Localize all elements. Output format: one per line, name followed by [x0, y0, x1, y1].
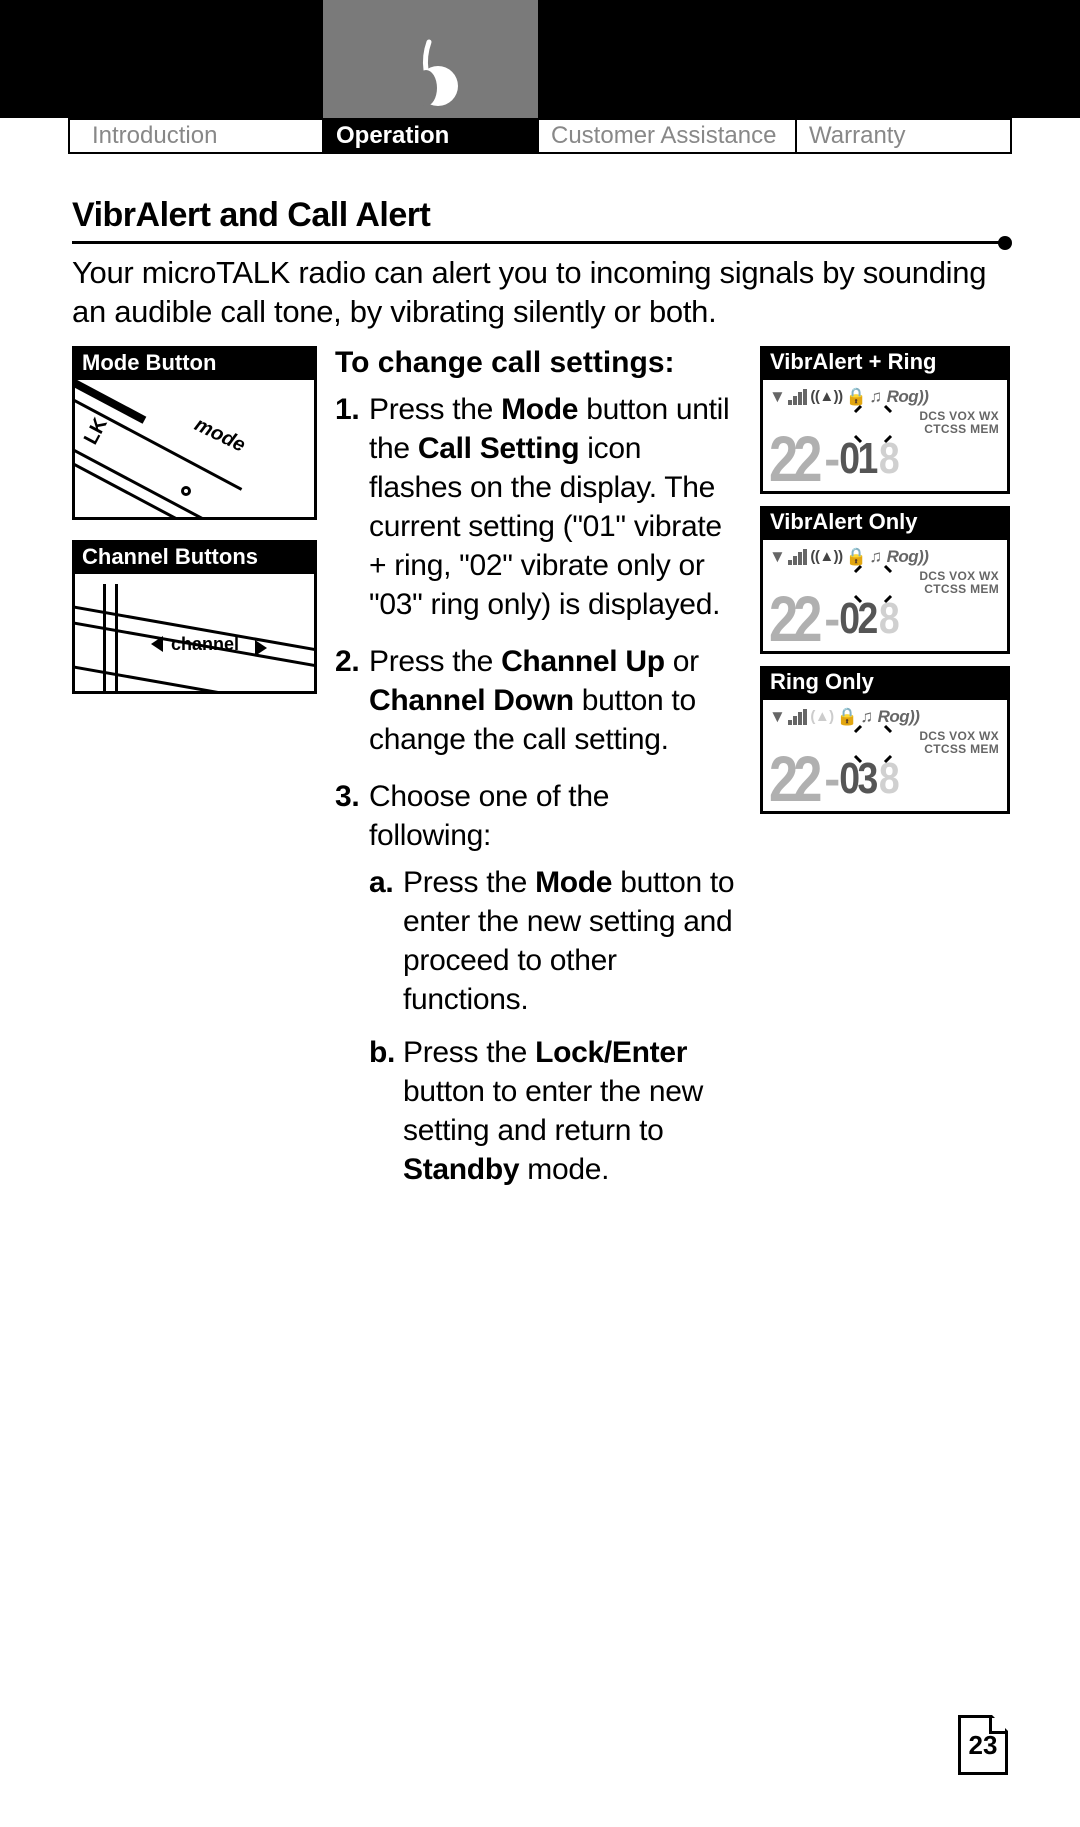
- mode-button-label: Mode Button: [72, 346, 317, 380]
- intro-paragraph: Your microTALK radio can alert you to in…: [72, 254, 1010, 332]
- vibrate-icon: ((▲)): [810, 388, 842, 405]
- page-number: 23: [958, 1715, 1008, 1775]
- signal-icon: [788, 709, 807, 725]
- lcd2-value: 02: [839, 600, 876, 637]
- lcd-ghost: 8: [879, 760, 900, 797]
- tab-warranty[interactable]: Warranty: [797, 120, 1010, 152]
- signal-icon: [788, 549, 807, 565]
- channel-buttons-label: Channel Buttons: [72, 540, 317, 574]
- tab-operation[interactable]: Operation: [324, 120, 539, 152]
- lcd-sub1: DCS VOX WX: [919, 730, 999, 743]
- lcd-ghost: 8: [879, 440, 900, 477]
- lcd-sub1: DCS VOX WX: [919, 410, 999, 423]
- radio-logo-icon: [396, 38, 466, 108]
- active-tab-indicator: [323, 0, 538, 118]
- lcd1-value: 01: [839, 440, 876, 477]
- lcd-ghost: 8: [879, 600, 900, 637]
- lcd-big-digits: 22: [769, 592, 818, 646]
- right-column: VibrAlert + Ring ▼ ((▲)) 🔒 ♫ Rog)) DCS V…: [760, 346, 1010, 1207]
- lcd1-label: VibrAlert + Ring: [760, 346, 1010, 378]
- lcd3-display: ▼ (▲) 🔒 ♫ Rog)) DCS VOX WX CTCSS MEM: [760, 698, 1010, 814]
- mode-button-illustration: mode LK: [72, 380, 317, 520]
- page-content: VibrAlert and Call Alert Your microTALK …: [0, 154, 1080, 1207]
- vibrate-icon: (▲): [810, 708, 833, 725]
- lcd2-display: ▼ ((▲)) 🔒 ♫ Rog)) DCS VOX WX CTCSS MEM: [760, 538, 1010, 654]
- left-column: Mode Button mode LK Channel Buttons: [72, 346, 317, 1207]
- channel-left-arrow: [151, 636, 163, 652]
- step-1: 1. Press the Mode button until the Call …: [335, 390, 738, 624]
- mode-word: mode: [191, 413, 249, 457]
- vibrate-icon: ((▲)): [810, 548, 842, 565]
- steps-subheading: To change call settings:: [335, 346, 738, 380]
- middle-column: To change call settings: 1. Press the Mo…: [335, 346, 738, 1207]
- lcd-sub1: DCS VOX WX: [919, 570, 999, 583]
- channel-word: channel: [171, 634, 239, 655]
- step-3b: b. Press the Lock/Enter button to enter …: [369, 1033, 738, 1189]
- antenna-icon: ▼: [769, 387, 785, 407]
- circle-dot: [181, 486, 191, 496]
- step-3: 3. Choose one of the following: a. Press…: [335, 777, 738, 1189]
- signal-icon: [788, 389, 807, 405]
- lcd1-display: ▼ ((▲)) 🔒 ♫ Rog)) DCS VOX WX CTCSS MEM: [760, 378, 1010, 494]
- tab-introduction[interactable]: Introduction: [70, 120, 324, 152]
- lcd3-value: 03: [839, 760, 876, 797]
- channel-buttons-illustration: channel: [72, 574, 317, 694]
- lcd3-label: Ring Only: [760, 666, 1010, 698]
- lcd2-label: VibrAlert Only: [760, 506, 1010, 538]
- tabs-row: Introduction Operation Customer Assistan…: [68, 118, 1012, 154]
- channel-right-arrow: [255, 640, 267, 656]
- antenna-icon: ▼: [769, 547, 785, 567]
- lcd-big-digits: 22: [769, 432, 818, 486]
- header-bar: [0, 0, 1080, 118]
- lcd-big-digits: 22: [769, 752, 818, 806]
- antenna-icon: ▼: [769, 707, 785, 727]
- section-heading: VibrAlert and Call Alert: [72, 196, 1010, 235]
- tab-customer-assistance[interactable]: Customer Assistance: [539, 120, 797, 152]
- heading-rule: [72, 241, 1010, 244]
- step-2: 2. Press the Channel Up or Channel Down …: [335, 642, 738, 759]
- step-3a: a. Press the Mode button to enter the ne…: [369, 863, 738, 1019]
